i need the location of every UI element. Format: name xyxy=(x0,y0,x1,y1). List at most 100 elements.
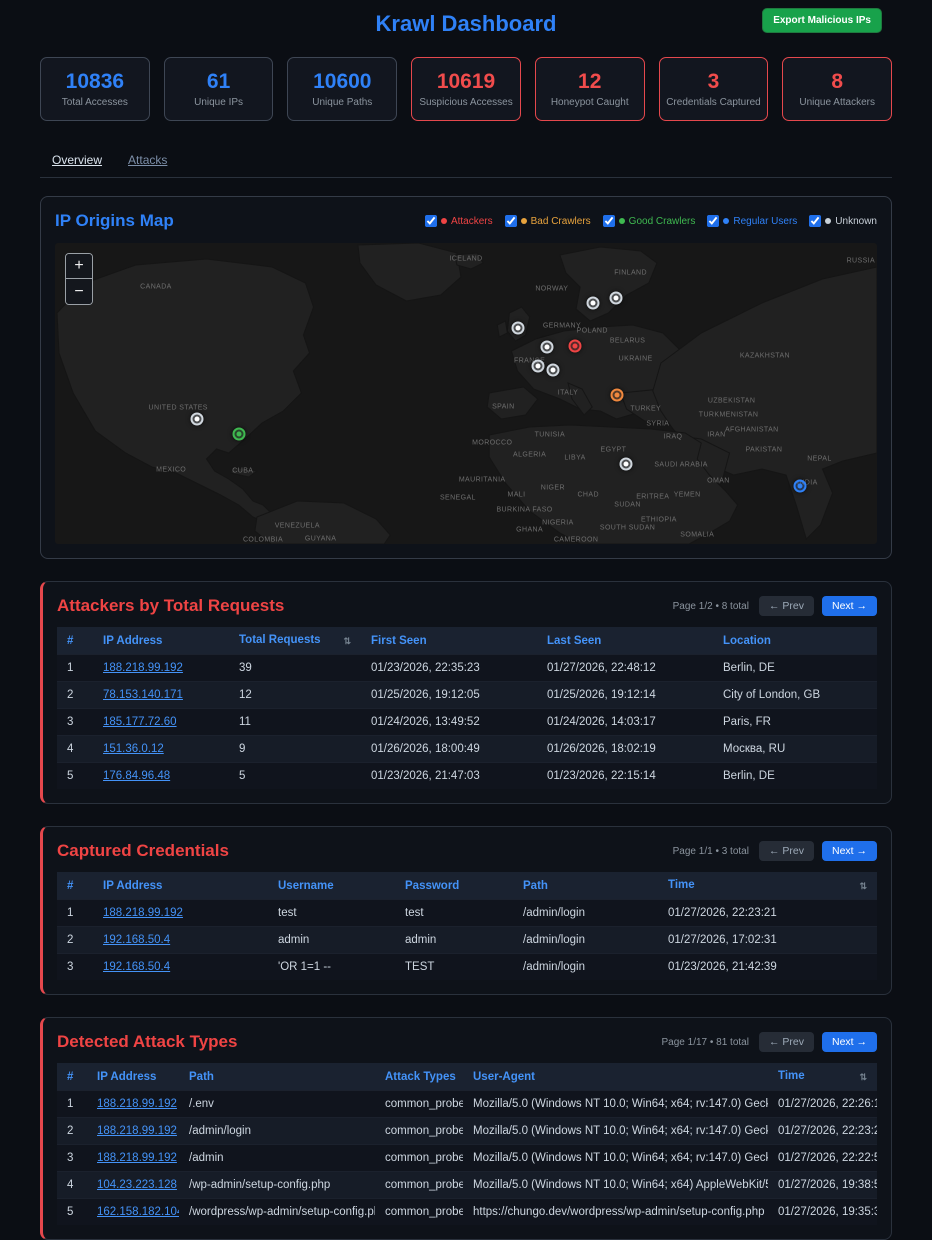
tab-overview[interactable]: Overview xyxy=(52,153,102,167)
map-marker-bad_crawler[interactable] xyxy=(611,389,624,402)
column-header-[interactable]: # xyxy=(57,627,93,655)
column-header-total-requests[interactable]: Total Requests⇅ xyxy=(229,627,361,655)
data-table: #IP AddressTotal Requests⇅First SeenLast… xyxy=(57,627,877,789)
legend-checkbox[interactable] xyxy=(707,215,719,227)
map-marker-unknown[interactable] xyxy=(546,364,559,377)
ip-address-link[interactable]: 188.218.99.192 xyxy=(97,1152,177,1164)
column-header-username[interactable]: Username xyxy=(268,872,395,900)
column-header-password[interactable]: Password xyxy=(395,872,513,900)
map-marker-unknown[interactable] xyxy=(610,292,623,305)
table-cell: 1 xyxy=(57,1091,87,1118)
prev-page-button[interactable]: ← Prev xyxy=(759,1032,814,1052)
column-header-ip-address[interactable]: IP Address xyxy=(87,1063,179,1091)
stat-label: Unique IPs xyxy=(194,97,243,108)
legend-item-good-crawlers[interactable]: Good Crawlers xyxy=(603,215,696,227)
legend-item-attackers[interactable]: Attackers xyxy=(425,215,493,227)
column-header-time[interactable]: Time⇅ xyxy=(658,872,877,900)
table-cell: 01/27/2026, 22:23:21 xyxy=(658,900,877,927)
column-header-path[interactable]: Path xyxy=(179,1063,375,1091)
next-page-button[interactable]: Next → xyxy=(822,841,877,861)
column-header-ip-address[interactable]: IP Address xyxy=(93,872,268,900)
map-viewport[interactable]: ICELANDCANADARUSSIANORWAYFINLANDUNITED S… xyxy=(55,243,877,544)
attack-types-pagination: Page 1/17 • 81 total ← Prev Next → xyxy=(662,1032,878,1052)
table-cell: 3 xyxy=(57,1145,87,1172)
marker-dot xyxy=(515,326,520,331)
table-row: 1188.218.99.1923901/23/2026, 22:35:2301/… xyxy=(57,655,877,682)
map-marker-good_crawler[interactable] xyxy=(232,428,245,441)
ip-address-link[interactable]: 104.23.223.128 xyxy=(97,1179,177,1191)
map-marker-attacker[interactable] xyxy=(569,340,582,353)
legend-item-unknown[interactable]: Unknown xyxy=(809,215,877,227)
column-header-path[interactable]: Path xyxy=(513,872,658,900)
legend-checkbox[interactable] xyxy=(425,215,437,227)
map-marker-unknown[interactable] xyxy=(511,322,524,335)
ip-address-link[interactable]: 176.84.96.48 xyxy=(103,770,170,782)
table-cell: 192.168.50.4 xyxy=(93,954,268,981)
zoom-out-button[interactable]: − xyxy=(66,279,92,304)
table-cell: 3 xyxy=(57,954,93,981)
column-header-attack-types[interactable]: Attack Types xyxy=(375,1063,463,1091)
ip-address-link[interactable]: 162.158.182.104 xyxy=(97,1206,179,1218)
table-cell: 188.218.99.192 xyxy=(87,1118,179,1145)
stat-card-unique-paths: 10600 Unique Paths xyxy=(287,57,397,121)
stat-label: Credentials Captured xyxy=(666,97,761,108)
tab-attacks[interactable]: Attacks xyxy=(128,153,167,167)
table-cell: common_probes xyxy=(375,1118,463,1145)
prev-page-button[interactable]: ← Prev xyxy=(759,596,814,616)
stat-value: 61 xyxy=(207,70,230,94)
sort-icon[interactable]: ⇅ xyxy=(343,636,351,647)
marker-dot xyxy=(798,484,803,489)
marker-dot xyxy=(535,364,540,369)
legend-checkbox[interactable] xyxy=(505,215,517,227)
column-header-time[interactable]: Time⇅ xyxy=(768,1063,877,1091)
ip-address-link[interactable]: 188.218.99.192 xyxy=(97,1098,177,1110)
column-header-last-seen[interactable]: Last Seen xyxy=(537,627,713,655)
stat-label: Unique Attackers xyxy=(799,97,875,108)
map-marker-unknown[interactable] xyxy=(619,458,632,471)
table-cell: Mozilla/5.0 (Windows NT 10.0; Win64; x64… xyxy=(463,1172,768,1199)
legend-checkbox[interactable] xyxy=(809,215,821,227)
header-row: #IP AddressPathAttack TypesUser-AgentTim… xyxy=(57,1063,877,1091)
table-cell: 2 xyxy=(57,1118,87,1145)
map-marker-unknown[interactable] xyxy=(587,297,600,310)
table-cell: common_probes xyxy=(375,1172,463,1199)
column-header-location[interactable]: Location xyxy=(713,627,877,655)
ip-origins-map-section: IP Origins Map AttackersBad CrawlersGood… xyxy=(40,196,892,559)
ip-address-link[interactable]: 78.153.140.171 xyxy=(103,689,183,701)
ip-address-link[interactable]: 188.218.99.192 xyxy=(103,907,183,919)
ip-address-link[interactable]: 188.218.99.192 xyxy=(97,1125,177,1137)
legend-item-regular-users[interactable]: Regular Users xyxy=(707,215,797,227)
ip-address-link[interactable]: 188.218.99.192 xyxy=(103,662,183,674)
table-cell: admin xyxy=(395,927,513,954)
legend-item-bad-crawlers[interactable]: Bad Crawlers xyxy=(505,215,591,227)
table-row: 3192.168.50.4'OR 1=1 --TEST/admin/login0… xyxy=(57,954,877,981)
stat-label: Total Accesses xyxy=(62,97,128,108)
column-header-first-seen[interactable]: First Seen xyxy=(361,627,537,655)
map-marker-unknown[interactable] xyxy=(191,413,204,426)
attackers-table: #IP AddressTotal Requests⇅First SeenLast… xyxy=(57,627,877,789)
marker-dot xyxy=(236,432,241,437)
table-cell: 5 xyxy=(57,1199,87,1226)
legend-checkbox[interactable] xyxy=(603,215,615,227)
map-marker-unknown[interactable] xyxy=(540,341,553,354)
sort-icon[interactable]: ⇅ xyxy=(859,881,867,892)
ip-address-link[interactable]: 192.168.50.4 xyxy=(103,961,170,973)
table-cell: /admin/login xyxy=(179,1118,375,1145)
map-marker-unknown[interactable] xyxy=(531,360,544,373)
sort-icon[interactable]: ⇅ xyxy=(859,1072,867,1083)
next-page-button[interactable]: Next → xyxy=(822,1032,877,1052)
next-page-button[interactable]: Next → xyxy=(822,596,877,616)
column-header-[interactable]: # xyxy=(57,872,93,900)
ip-address-link[interactable]: 151.36.0.12 xyxy=(103,743,164,755)
column-header-user-agent[interactable]: User-Agent xyxy=(463,1063,768,1091)
table-cell: 01/25/2026, 19:12:05 xyxy=(361,682,537,709)
column-header-[interactable]: # xyxy=(57,1063,87,1091)
map-marker-regular_user[interactable] xyxy=(794,480,807,493)
stat-value: 10619 xyxy=(437,70,495,94)
zoom-in-button[interactable]: + xyxy=(66,254,92,279)
prev-page-button[interactable]: ← Prev xyxy=(759,841,814,861)
ip-address-link[interactable]: 185.177.72.60 xyxy=(103,716,177,728)
ip-address-link[interactable]: 192.168.50.4 xyxy=(103,934,170,946)
export-malicious-ips-button[interactable]: Export Malicious IPs xyxy=(762,8,882,33)
column-header-ip-address[interactable]: IP Address xyxy=(93,627,229,655)
